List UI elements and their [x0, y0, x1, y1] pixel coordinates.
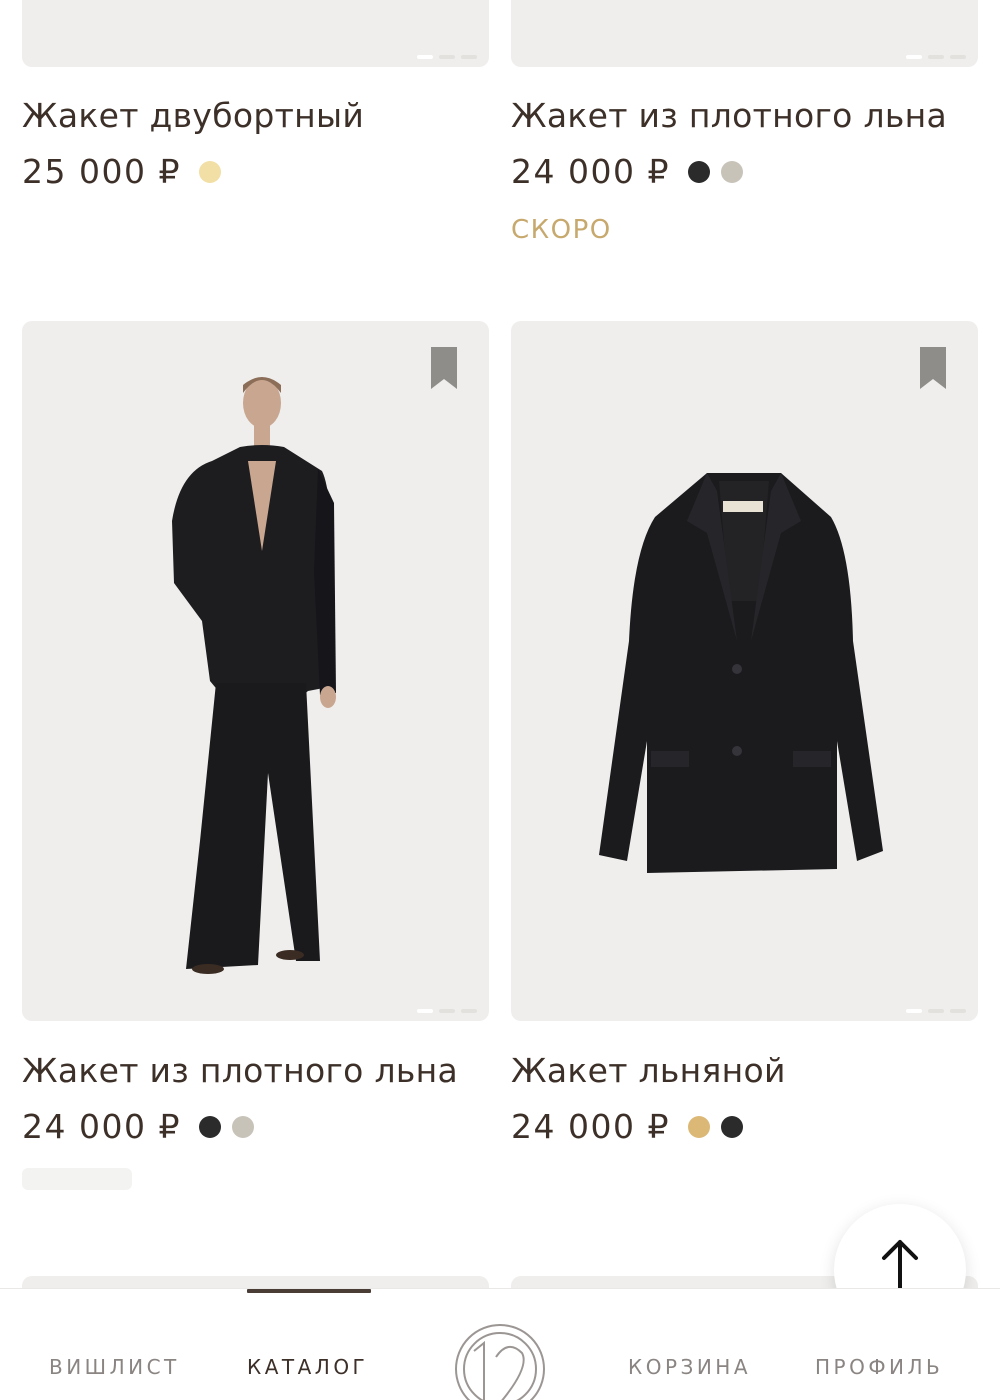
nav-wishlist[interactable]: ВИШЛИСТ [49, 1355, 180, 1379]
product-image-3[interactable] [22, 321, 489, 1021]
product-price: 25 000 ₽ [22, 152, 181, 191]
product-price: 24 000 ₽ [511, 1107, 670, 1146]
image-carousel-indicator [906, 55, 966, 59]
product-image-2[interactable] [511, 0, 978, 67]
product-title[interactable]: Жакет двубортный [22, 96, 364, 135]
nav-cart[interactable]: КОРЗИНА [628, 1355, 751, 1379]
color-swatch[interactable] [687, 1115, 710, 1138]
color-swatch[interactable] [720, 1115, 743, 1138]
color-swatch[interactable] [198, 160, 221, 183]
nav-profile[interactable]: ПРОФИЛЬ [815, 1355, 943, 1379]
nav-catalog[interactable]: КАТАЛОГ [247, 1355, 368, 1379]
product-price-row: 25 000 ₽ [22, 152, 232, 191]
product-price-row: 24 000 ₽ [22, 1107, 265, 1146]
bottom-navigation: ВИШЛИСТ КАТАЛОГ КОРЗИНА ПРОФИЛЬ [0, 1288, 1000, 1400]
product-image-1[interactable] [22, 0, 489, 67]
image-carousel-indicator [417, 55, 477, 59]
product-price-row: 24 000 ₽ [511, 152, 754, 191]
color-swatch[interactable] [687, 160, 710, 183]
bookmark-icon[interactable] [431, 347, 457, 389]
bookmark-icon[interactable] [920, 347, 946, 389]
coming-soon-label: СКОРО [511, 215, 612, 245]
loading-placeholder [22, 1168, 132, 1190]
product-title[interactable]: Жакет из плотного льна [511, 96, 947, 135]
jacket-photo [599, 473, 883, 873]
brand-12-logo[interactable] [452, 1321, 548, 1400]
color-swatch[interactable] [198, 1115, 221, 1138]
active-tab-indicator [247, 1289, 371, 1293]
product-price-row: 24 000 ₽ [511, 1107, 754, 1146]
product-image-4[interactable] [511, 321, 978, 1021]
product-title[interactable]: Жакет льняной [511, 1051, 786, 1090]
image-carousel-indicator [906, 1009, 966, 1013]
image-carousel-indicator [417, 1009, 477, 1013]
product-price: 24 000 ₽ [511, 152, 670, 191]
model-photo [172, 377, 336, 974]
color-swatch[interactable] [231, 1115, 254, 1138]
product-price: 24 000 ₽ [22, 1107, 181, 1146]
product-title[interactable]: Жакет из плотного льна [22, 1051, 458, 1090]
color-swatch[interactable] [720, 160, 743, 183]
